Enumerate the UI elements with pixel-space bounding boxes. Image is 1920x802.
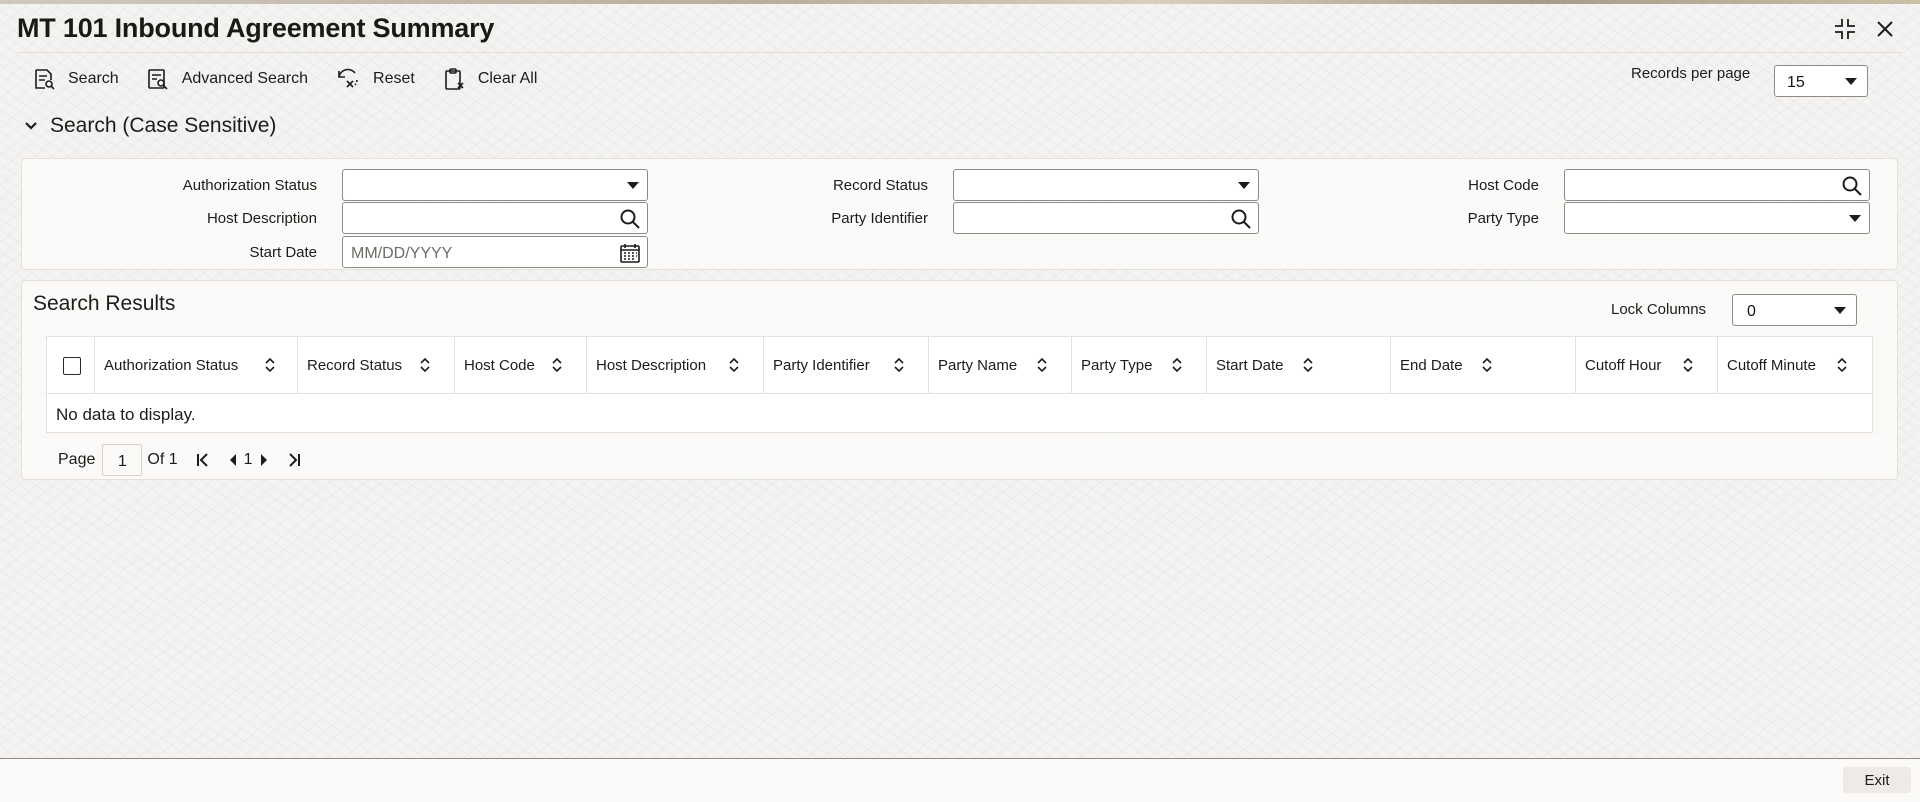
chevron-down-icon [25, 122, 37, 130]
search-icon[interactable] [1841, 175, 1863, 197]
chevron-down-icon [627, 182, 639, 189]
current-page-value: 1 [117, 453, 127, 470]
lock-columns-value: 0 [1747, 303, 1756, 320]
host-code-input[interactable] [1564, 169, 1870, 201]
maximize-icon[interactable] [1832, 16, 1858, 42]
results-table: Authorization Status Record Status Host … [46, 336, 1873, 433]
chevron-down-icon [1834, 307, 1846, 314]
exit-button[interactable]: Exit [1843, 767, 1911, 793]
records-per-page-select[interactable]: 15 [1774, 65, 1868, 97]
start-date-placeholder: MM/DD/YYYY [351, 245, 453, 262]
party-identifier-label: Party Identifier [831, 210, 928, 227]
record-status-select[interactable] [953, 169, 1259, 201]
page-number[interactable]: 1 [244, 451, 253, 469]
sort-icon [1037, 357, 1047, 373]
advanced-search-button-label: Advanced Search [181, 70, 309, 87]
current-page-input[interactable]: 1 [102, 444, 143, 476]
search-doc-icon [35, 69, 55, 90]
chevron-down-icon [1238, 182, 1250, 189]
chevron-down-icon [1849, 215, 1861, 222]
search-button[interactable]: Search [32, 64, 119, 94]
page-title: MT 101 Inbound Agreement Summary [17, 13, 495, 43]
clipboard-clear-icon [445, 68, 464, 90]
sort-icon [1482, 357, 1492, 373]
column-header-host-code[interactable]: Host Code [455, 337, 587, 394]
records-per-page-label: Records per page [1631, 65, 1751, 82]
sort-icon [420, 357, 430, 373]
footer-bar [0, 759, 1920, 802]
authorization-status-label: Authorization Status [182, 177, 317, 194]
search-results-title: Search Results [33, 292, 176, 315]
advanced-search-icon [147, 69, 168, 90]
column-header-party-identifier[interactable]: Party Identifier [764, 337, 929, 394]
sort-icon [894, 357, 904, 373]
next-page-icon[interactable] [255, 451, 273, 469]
select-all-cell [47, 337, 95, 394]
start-date-label: Start Date [249, 244, 317, 261]
sort-icon [1172, 357, 1182, 373]
column-header-authorization-status[interactable]: Authorization Status [95, 337, 298, 394]
calendar-icon[interactable] [619, 242, 641, 264]
first-page-icon[interactable] [194, 451, 212, 469]
last-page-icon[interactable] [285, 451, 303, 469]
column-header-end-date[interactable]: End Date [1391, 337, 1576, 394]
sort-icon [265, 357, 275, 373]
sort-icon [729, 357, 739, 373]
close-icon[interactable] [1872, 16, 1898, 42]
reset-button[interactable]: Reset [335, 64, 415, 94]
sort-icon [552, 357, 562, 373]
window-controls [1832, 16, 1898, 42]
reset-button-label: Reset [373, 70, 415, 87]
host-description-label: Host Description [206, 210, 317, 227]
pagination: Page 1 Of 1 1 [58, 444, 303, 476]
page-label: Page [58, 451, 96, 468]
table-header: Authorization Status Record Status Host … [47, 337, 1872, 394]
reset-icon [338, 68, 358, 88]
column-header-party-type[interactable]: Party Type [1072, 337, 1207, 394]
records-per-page-value: 15 [1787, 74, 1805, 91]
search-button-label: Search [68, 70, 119, 87]
start-date-input[interactable]: MM/DD/YYYY [342, 236, 648, 268]
party-type-label: Party Type [1467, 210, 1539, 227]
toolbar: Search Advanced Search Reset Clear All [32, 64, 564, 94]
previous-page-icon[interactable] [224, 451, 242, 469]
sort-icon [1303, 357, 1313, 373]
lock-columns-select[interactable]: 0 [1732, 294, 1857, 326]
search-section-title: Search (Case Sensitive) [50, 114, 277, 137]
record-status-label: Record Status [832, 177, 928, 194]
column-header-cutoff-hour[interactable]: Cutoff Hour [1576, 337, 1718, 394]
title-divider [17, 52, 1903, 53]
empty-table-message: No data to display. [56, 405, 196, 424]
column-header-cutoff-minute[interactable]: Cutoff Minute [1718, 337, 1872, 394]
sort-icon [1837, 357, 1847, 373]
chevron-down-icon [1845, 78, 1857, 85]
authorization-status-select[interactable] [342, 169, 648, 201]
host-code-label: Host Code [1468, 177, 1539, 194]
party-type-select[interactable] [1564, 202, 1870, 234]
search-section-toggle[interactable]: Search (Case Sensitive) [22, 114, 276, 138]
lock-columns-label: Lock Columns [1611, 301, 1707, 318]
party-identifier-input[interactable] [953, 202, 1259, 234]
host-description-input[interactable] [342, 202, 648, 234]
column-header-host-description[interactable]: Host Description [587, 337, 764, 394]
search-icon[interactable] [619, 208, 641, 230]
column-header-start-date[interactable]: Start Date [1207, 337, 1391, 394]
advanced-search-button[interactable]: Advanced Search [146, 64, 308, 94]
column-header-party-name[interactable]: Party Name [929, 337, 1072, 394]
sort-icon [1683, 357, 1693, 373]
search-icon[interactable] [1230, 208, 1252, 230]
column-header-record-status[interactable]: Record Status [298, 337, 455, 394]
total-pages-label: Of 1 [147, 451, 178, 468]
select-all-checkbox[interactable] [63, 356, 81, 375]
clear-all-button-label: Clear All [477, 70, 538, 87]
clear-all-button[interactable]: Clear All [442, 64, 538, 94]
